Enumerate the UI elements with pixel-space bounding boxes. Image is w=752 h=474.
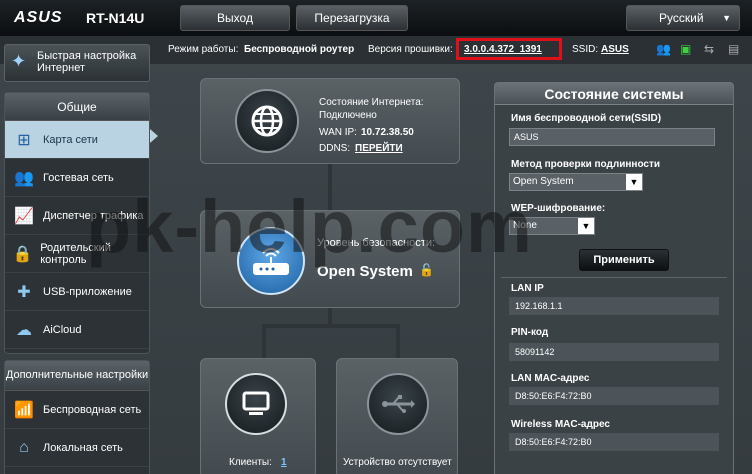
sidebar-item-traffic-manager[interactable]: 📈 Диспетчер трафика (5, 197, 149, 235)
network-map-icon: ⊞ (17, 131, 31, 149)
pin-value: 58091142 (509, 343, 719, 361)
chevron-down-icon: ▼ (578, 218, 594, 234)
system-status-panel: Состояние системы Имя беспроводной сети(… (494, 82, 734, 474)
auth-method-value: Open System (513, 176, 574, 187)
firmware-highlight-box (456, 38, 562, 60)
printer-icon[interactable]: ▤ (728, 42, 739, 56)
clients-label: Клиенты: (229, 457, 272, 468)
sidebar-item-usb-app[interactable]: ✚ USB-приложение (5, 273, 149, 311)
quick-setup-button[interactable]: ✦ Быстрая настройка Интернет (4, 44, 150, 82)
sidebar-item-network-map[interactable]: ⊞ Карта сети (5, 121, 149, 159)
wep-select[interactable]: None ▼ (509, 217, 595, 235)
clients-count-link[interactable]: 1 (281, 457, 287, 468)
lan-mac-label: LAN MAC-адрес (511, 373, 590, 384)
sidebar-item-guest-network[interactable]: 👥 Гостевая сеть (5, 159, 149, 197)
general-menu: Общие ⊞ Карта сети 👥 Гостевая сеть 📈 Дис… (4, 92, 150, 354)
wep-label: WEP-шифрование: (511, 203, 606, 214)
internet-status-value: Подключено (319, 110, 377, 121)
map-connector (396, 324, 400, 358)
users-icon[interactable]: 👥 (656, 42, 671, 56)
logout-button[interactable]: Выход (180, 5, 290, 31)
wifi-icon: 📶 (14, 401, 34, 419)
pin-label: PIN-код (511, 327, 549, 338)
map-connector (262, 324, 266, 358)
auth-method-label: Метод проверки подлинности (511, 159, 661, 170)
advanced-menu-title: Дополнительные настройки (5, 361, 149, 391)
language-select[interactable]: Русский ▼ (626, 5, 740, 31)
wireless-mac-label: Wireless MAC-адрес (511, 419, 610, 430)
lan-mac-value: D8:50:E6:F4:72:B0 (509, 387, 719, 405)
sidebar-item-aicloud[interactable]: ☁ AiCloud (5, 311, 149, 349)
security-level-value: Open System (317, 263, 413, 280)
lock-icon: 🔒 (12, 245, 33, 263)
language-value: Русский (659, 11, 704, 25)
clients-box[interactable]: Клиенты: 1 (200, 358, 316, 474)
reboot-button[interactable]: Перезагрузка (296, 5, 408, 31)
internet-status-label: Состояние Интернета: (319, 97, 424, 108)
general-menu-title: Общие (5, 93, 149, 121)
ddns-link[interactable]: ПЕРЕЙТИ (355, 143, 403, 154)
brand-logo: ASUS (14, 9, 63, 26)
map-connector (262, 324, 398, 328)
traffic-chart-icon: 📈 (14, 207, 34, 225)
sidebar-item-label: Локальная сеть (43, 441, 123, 454)
network-status-icon[interactable]: ▣ (680, 42, 691, 56)
mode-label: Режим работы: (168, 44, 239, 55)
lan-ip-value: 192.168.1.1 (509, 297, 719, 315)
advanced-menu: Дополнительные настройки 📶 Беспроводная … (4, 360, 150, 474)
sidebar-item-label: AiCloud (43, 323, 82, 336)
cloud-icon: ☁ (16, 321, 32, 339)
model-name: RT-N14U (86, 10, 145, 26)
chevron-down-icon: ▼ (722, 13, 731, 23)
sidebar-item-label: Диспетчер трафика (43, 209, 144, 222)
quick-setup-label: Быстрая настройка Интернет (37, 50, 137, 74)
sidebar-item-parental-control[interactable]: 🔒 Родительский контроль (5, 235, 149, 273)
guest-users-icon: 👥 (14, 169, 34, 187)
sidebar-item-label: Карта сети (43, 133, 98, 146)
system-status-title: Состояние системы (495, 83, 733, 105)
usb-status-label: Устройство отсутствует (343, 457, 452, 468)
top-bar: ASUS RT-N14U Выход Перезагрузка Русский … (0, 0, 752, 36)
ssid-field-label: Имя беспроводной сети(SSID) (511, 113, 662, 124)
home-icon: ⌂ (19, 438, 29, 456)
globe-icon (235, 89, 299, 153)
router-admin-page: ASUS RT-N14U Выход Перезагрузка Русский … (0, 0, 752, 474)
wep-value: None (513, 220, 537, 231)
active-item-pointer (150, 129, 158, 143)
sidebar-item-lan[interactable]: ⌂ Локальная сеть (5, 429, 149, 467)
map-connector (328, 164, 332, 210)
router-status-box[interactable]: Уровень безопасности: Open System 🔓 (200, 210, 460, 308)
apply-button[interactable]: Применить (579, 249, 669, 271)
lan-ip-label: LAN IP (511, 283, 544, 294)
internet-status-box[interactable]: Состояние Интернета: Подключено WAN IP: … (200, 78, 460, 164)
wan-ip-label: WAN IP: (319, 127, 357, 138)
ssid-input[interactable]: ASUS (509, 128, 715, 146)
sidebar-item-label: USB-приложение (43, 285, 132, 298)
mode-link[interactable]: Беспроводной роутер (244, 44, 354, 55)
puzzle-icon: ✚ (17, 283, 31, 301)
usb-icon (367, 373, 429, 435)
sidebar-item-wireless[interactable]: 📶 Беспроводная сеть (5, 391, 149, 429)
monitor-icon (225, 373, 287, 435)
sidebar-item-label: Гостевая сеть (43, 171, 114, 184)
ssid-label: SSID: (572, 44, 599, 55)
router-icon (237, 227, 305, 295)
security-level-label: Уровень безопасности: (317, 237, 436, 249)
unlock-icon: 🔓 (419, 263, 434, 277)
auth-method-select[interactable]: Open System ▼ (509, 173, 643, 191)
wan-ip-value: 10.72.38.50 (361, 127, 414, 138)
sidebar-item-label: Родительский контроль (40, 241, 111, 266)
divider (501, 277, 727, 278)
magic-wand-icon: ✦ (11, 51, 27, 71)
wireless-mac-value: D8:50:E6:F4:72:B0 (509, 433, 719, 451)
chevron-down-icon: ▼ (626, 174, 642, 190)
usb-device-box[interactable]: Устройство отсутствует (336, 358, 458, 474)
firmware-label: Версия прошивки: (368, 44, 453, 55)
sidebar-item-label: Беспроводная сеть (43, 403, 142, 416)
ssid-link[interactable]: ASUS (601, 44, 629, 55)
usb-status-icon[interactable]: ⇆ (704, 42, 714, 56)
ddns-label: DDNS: (319, 143, 351, 154)
